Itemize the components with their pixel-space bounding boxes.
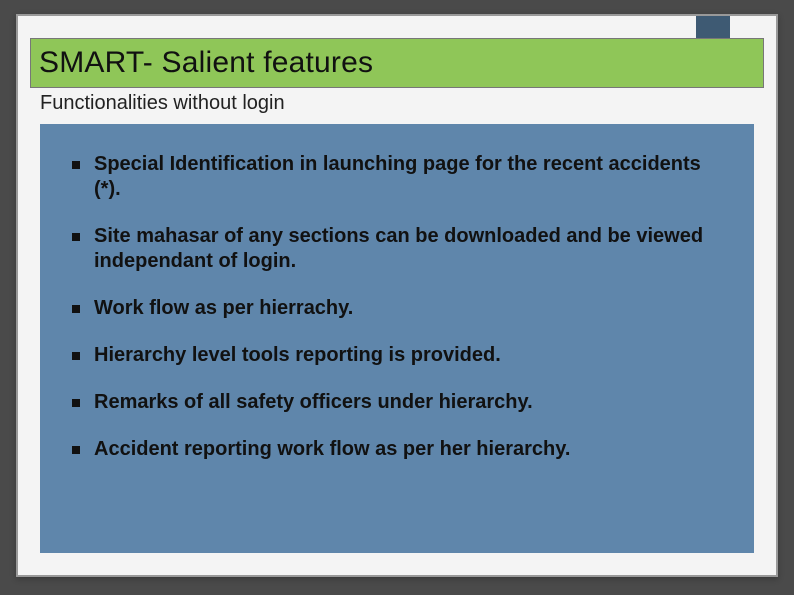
title-bar: SMART- Salient features <box>30 38 764 88</box>
slide-subtitle: Functionalities without login <box>40 92 285 115</box>
slide-inner: SMART- Salient features Functionalities … <box>16 14 778 577</box>
list-item: Work flow as per hierrachy. <box>68 296 726 321</box>
bullet-list: Special Identification in launching page… <box>68 152 726 462</box>
slide-title: SMART- Salient features <box>39 46 373 80</box>
list-item: Hierarchy level tools reporting is provi… <box>68 343 726 368</box>
list-item: Accident reporting work flow as per her … <box>68 437 726 462</box>
content-panel: Special Identification in launching page… <box>40 124 754 553</box>
slide-root: SMART- Salient features Functionalities … <box>0 0 794 595</box>
list-item: Special Identification in launching page… <box>68 152 726 202</box>
list-item: Remarks of all safety officers under hie… <box>68 390 726 415</box>
list-item: Site mahasar of any sections can be down… <box>68 224 726 274</box>
